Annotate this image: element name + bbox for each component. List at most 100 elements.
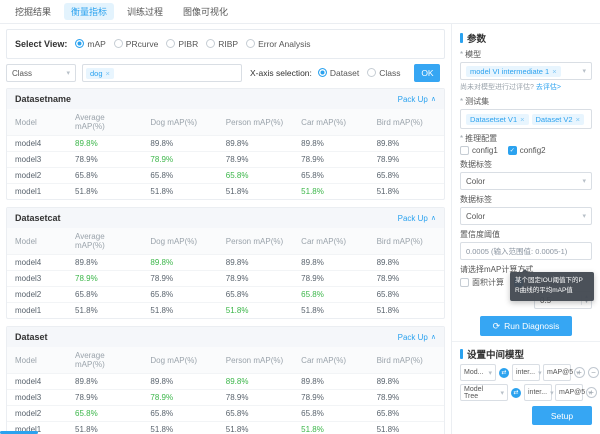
setup-button[interactable]: Setup	[532, 406, 592, 425]
view-option-map[interactable]: mAP	[75, 39, 106, 49]
model-hint: 尚未对模型进行过评估? 去评估>	[460, 84, 561, 91]
radio-label: Error Analysis	[258, 38, 311, 49]
xaxis-option-class[interactable]: Class	[367, 68, 400, 78]
config-option-config2[interactable]: ✓ config2	[507, 146, 546, 155]
tab-image-visualization[interactable]: 图像可视化	[176, 3, 235, 20]
column-header-bird-map: Bird mAP(%)	[368, 109, 444, 136]
table-row: model4 89.8% 89.8% 89.8% 89.8% 89.8%	[7, 373, 444, 390]
data-label-2-label: 数据标签	[460, 195, 492, 204]
data-label-select-1[interactable]: Color ▾	[460, 172, 592, 190]
panel-dataset: Dataset Pack Up ∧ Model Average mAP(%) Dog mA…	[6, 326, 445, 434]
map-cell: 65.8%	[67, 167, 143, 184]
remove-row-icon[interactable]: −	[588, 367, 599, 378]
model-cell: model4	[7, 135, 67, 152]
intermediate-model-rows: Mod... ▾ ⇄ inter... ▾ mAP@5 ▾ + − Model Tree ▾ ⇄ int…	[460, 364, 599, 401]
remove-tag-icon[interactable]: ×	[106, 69, 110, 78]
column-header-average-map: Average mAP(%)	[67, 109, 143, 136]
map-cell: 89.8%	[67, 373, 143, 390]
panel-title: Dataset	[15, 332, 48, 342]
map-cell: 89.8%	[67, 254, 143, 271]
config-option-config1[interactable]: config1	[460, 146, 498, 155]
radio-icon	[75, 39, 85, 48]
chevron-down-icon: ▾	[550, 389, 554, 397]
class-tag-input[interactable]: dog ×	[82, 64, 242, 82]
tab-mining-results[interactable]: 挖掘结果	[8, 3, 58, 20]
view-option-prcurve[interactable]: PRcurve	[113, 39, 158, 49]
model-select[interactable]: model VI intermediate 1 × ▾	[460, 62, 592, 80]
radio-icon	[206, 39, 216, 48]
map-mini-select[interactable]: mAP@5 ▾	[555, 384, 592, 401]
map-cell: 51.8%	[368, 302, 444, 318]
table-row: model3 78.9% 78.9% 78.9% 78.9% 78.9%	[7, 151, 444, 168]
tab-metrics[interactable]: 衡量指标	[64, 3, 115, 20]
testset-select[interactable]: Datasetset V1 × Dataset V2 ×	[460, 109, 592, 129]
pack-up-link[interactable]: Pack Up ∧	[398, 95, 436, 104]
column-header-person-map: Person mAP(%)	[217, 347, 294, 374]
metric-mini-select[interactable]: inter... ▾	[512, 364, 542, 381]
add-row-icon[interactable]: +	[586, 387, 597, 398]
metric-mini-select-value: inter...	[528, 389, 548, 396]
chevron-down-icon: ▾	[582, 68, 586, 75]
table-row: model3 78.9% 78.9% 78.9% 78.9% 78.9%	[7, 270, 444, 287]
inference-config-label: * 推理配置	[460, 134, 498, 143]
map-cell: 78.9%	[368, 389, 444, 406]
map-cell: 51.8%	[368, 421, 444, 434]
map-cell: 89.8%	[142, 373, 218, 390]
map-method-option-[interactable]: 面积计算	[460, 277, 504, 288]
map-cell: 78.9%	[217, 270, 294, 287]
params-sidebar: 参数 * 模型 model VI intermediate 1 × ▾ 尚未对模…	[452, 24, 600, 434]
metric-mini-select[interactable]: inter... ▾	[524, 384, 554, 401]
remove-tag-icon[interactable]: ×	[520, 115, 524, 124]
map-cell: 78.9%	[217, 151, 294, 168]
select-view-label: Select View:	[15, 39, 68, 49]
xaxis-option-dataset[interactable]: Dataset	[317, 68, 359, 78]
radio-label: Class	[379, 67, 401, 78]
map-cell: 78.9%	[293, 151, 369, 168]
model-mini-select[interactable]: Mod... ▾	[460, 364, 496, 381]
remove-tag-icon[interactable]: ×	[576, 115, 580, 124]
class-select[interactable]: Class ▾	[6, 64, 76, 82]
pack-up-link[interactable]: Pack Up ∧	[398, 214, 436, 223]
column-header-bird-map: Bird mAP(%)	[368, 347, 444, 374]
map-cell: 78.9%	[142, 389, 218, 406]
ok-button[interactable]: OK	[414, 64, 441, 82]
testset-tag-text: Dataset V2	[535, 114, 573, 124]
tab-training-process[interactable]: 训练过程	[120, 3, 170, 20]
remove-tag-icon[interactable]: ×	[552, 67, 556, 76]
pack-up-link[interactable]: Pack Up ∧	[398, 333, 436, 342]
title-accent-bar	[460, 33, 463, 43]
map-cell: 51.8%	[293, 302, 369, 318]
radio-label: PIBR	[178, 38, 199, 49]
view-option-pibr[interactable]: PIBR	[166, 39, 198, 49]
class-select-value: Class	[12, 68, 33, 78]
table-row: model1 51.8% 51.8% 51.8% 51.8% 51.8%	[7, 302, 444, 318]
confidence-threshold-input[interactable]: 0.0005 (输入范围值: 0.0005-1)	[460, 242, 592, 260]
model-cell: model2	[7, 286, 67, 303]
confidence-threshold-label: 置信度阈值	[460, 230, 500, 239]
map-cell: 51.8%	[142, 421, 218, 434]
add-row-icon[interactable]: +	[574, 367, 585, 378]
metric-mini-select-value: inter...	[516, 369, 536, 376]
checkbox-label: config2	[519, 146, 546, 155]
map-mini-select[interactable]: mAP@5 ▾	[543, 364, 580, 381]
view-option-error-analysis[interactable]: Error Analysis	[246, 38, 311, 49]
table-row: model2 65.8% 65.8% 65.8% 65.8% 65.8%	[7, 405, 444, 422]
run-diagnosis-button[interactable]: ⟳ Run Diagnosis	[480, 316, 572, 336]
model-cell: model2	[7, 405, 67, 422]
panel-title: Datasetcat	[15, 213, 61, 223]
model-mini-select[interactable]: Model Tree ▾	[460, 384, 508, 401]
required-asterisk: *	[460, 97, 464, 106]
map-cell: 89.8%	[293, 254, 369, 271]
model-cell: model3	[7, 389, 67, 406]
table-header-row: Model Average mAP(%) Dog mAP(%) Person mAP(…	[7, 109, 444, 136]
metrics-table: Model Average mAP(%) Dog mAP(%) Person mAP(…	[7, 347, 444, 434]
chevron-up-icon: ∧	[430, 334, 436, 341]
map-cell: 65.8%	[217, 405, 294, 422]
evaluate-link[interactable]: 去评估>	[536, 84, 561, 91]
panel-datasetcat: Datasetcat Pack Up ∧ Model Average mAP(%) Dog…	[6, 207, 445, 319]
data-label-select-2[interactable]: Color ▾	[460, 207, 592, 225]
panel-title: Datasetname	[15, 94, 72, 104]
radio-icon	[113, 39, 123, 48]
map-cell: 65.8%	[142, 286, 218, 303]
view-option-ribp[interactable]: RIBP	[206, 39, 238, 49]
